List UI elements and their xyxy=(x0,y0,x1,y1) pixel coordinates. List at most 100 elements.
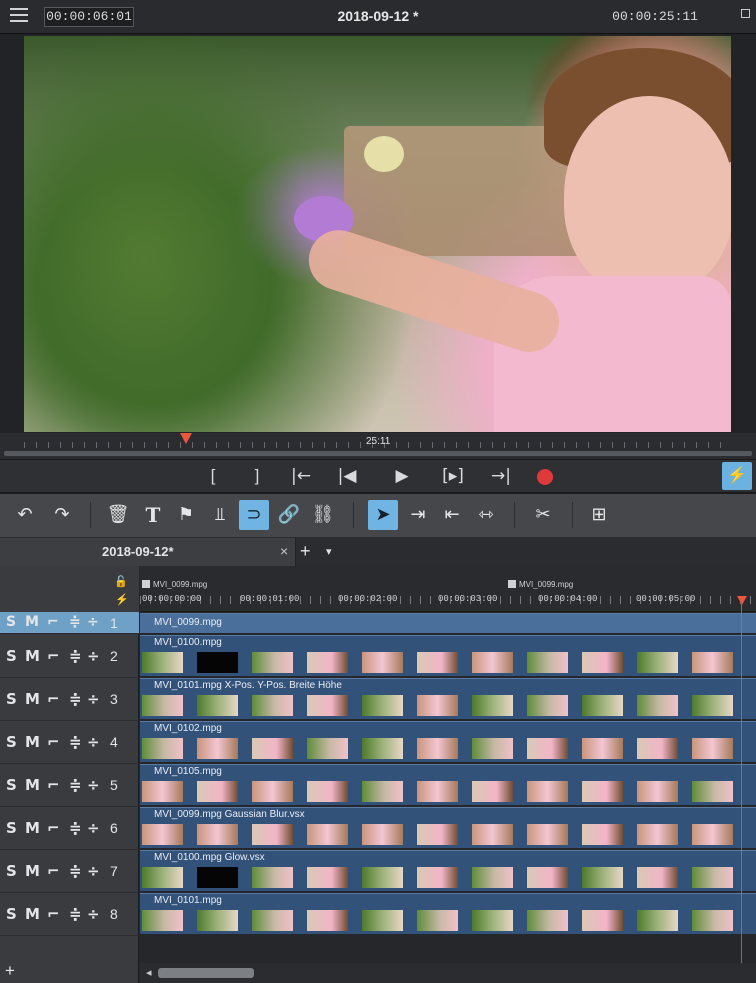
mixer-icon[interactable]: ⫫ xyxy=(205,500,235,530)
mute-button[interactable]: M xyxy=(25,905,40,923)
title-icon[interactable]: T xyxy=(138,500,168,530)
mark-out-button[interactable]: ] xyxy=(242,460,272,494)
time-ruler[interactable]: MVI_0099.mpg MVI_0099.mpg 00:00:00:00 00… xyxy=(140,566,756,612)
record-icon[interactable] xyxy=(537,469,553,485)
solo-button[interactable]: S xyxy=(6,733,17,751)
track-header[interactable]: S M ⌐ ≑ ÷ 3 xyxy=(0,678,139,721)
solo-button[interactable]: S xyxy=(6,905,17,923)
track-updown-icon[interactable]: ≑ xyxy=(69,905,82,923)
lightning-icon[interactable]: ⚡ xyxy=(722,462,752,490)
previous-frame-button[interactable]: |◀ xyxy=(332,460,362,494)
track-updown-icon[interactable]: ≑ xyxy=(69,862,82,880)
track-lock-icon[interactable]: ⌐ xyxy=(47,733,60,751)
track-header[interactable]: S M ⌐ ≑ ÷ 2 xyxy=(0,635,139,678)
track-header[interactable]: S M ⌐ ≑ ÷ 5 xyxy=(0,764,139,807)
solo-button[interactable]: S xyxy=(6,819,17,837)
track-fold-icon[interactable]: ÷ xyxy=(87,905,100,923)
clip-marker[interactable]: MVI_0099.mpg xyxy=(142,580,207,589)
range-select-icon[interactable]: ⇥ xyxy=(403,500,433,530)
track-fold-icon[interactable]: ÷ xyxy=(87,862,100,880)
link-icon[interactable]: 🔗 xyxy=(274,500,304,530)
track-updown-icon[interactable]: ≑ xyxy=(69,733,82,751)
marker-icon[interactable]: ⚑ xyxy=(171,500,201,530)
track-header[interactable]: S M ⌐ ≑ ÷ 4 xyxy=(0,721,139,764)
track-lock-icon[interactable]: ⌐ xyxy=(47,776,60,794)
mute-button[interactable]: M xyxy=(25,862,40,880)
tab-project[interactable]: 2018-09-12* × xyxy=(0,538,296,566)
insert-icon[interactable]: ⊞ xyxy=(584,500,614,530)
video-clip[interactable]: MVI_0102.mpg xyxy=(140,721,756,762)
unlink-icon[interactable]: ⛓ xyxy=(308,500,338,530)
video-clip[interactable]: MVI_0100.mpg xyxy=(140,635,756,676)
video-preview[interactable] xyxy=(24,36,731,432)
track-fold-icon[interactable]: ÷ xyxy=(87,819,100,837)
playhead-marker[interactable] xyxy=(180,433,192,444)
track-lock-icon[interactable]: ⌐ xyxy=(47,905,60,923)
solo-button[interactable]: S xyxy=(6,614,16,630)
track-updown-icon[interactable]: ≑ xyxy=(69,614,81,630)
pointer-icon[interactable]: ➤ xyxy=(368,500,398,530)
add-track-button[interactable]: + xyxy=(5,961,15,981)
track-lock-icon[interactable]: ⌐ xyxy=(47,614,59,630)
track-updown-icon[interactable]: ≑ xyxy=(69,776,82,794)
video-clip[interactable]: MVI_0100.mpg Glow.vsx xyxy=(140,850,756,891)
scissors-icon[interactable]: ✂ xyxy=(528,500,558,530)
add-tab-icon[interactable]: + xyxy=(300,541,311,562)
track-updown-icon[interactable]: ≑ xyxy=(69,647,82,665)
horizontal-scrollbar[interactable]: ◂ xyxy=(140,963,756,983)
timeline-playhead[interactable] xyxy=(737,596,747,605)
preview-scrubber[interactable]: 25:11 xyxy=(0,433,756,459)
next-marker-button[interactable]: →| xyxy=(486,460,516,494)
mute-button[interactable]: M xyxy=(25,776,40,794)
snap-icon[interactable]: ⚡ xyxy=(115,593,129,606)
trim-icon[interactable]: ⇿ xyxy=(471,500,501,530)
track-header[interactable]: S M ⌐ ≑ ÷ 7 xyxy=(0,850,139,893)
chevron-down-icon[interactable]: ▾ xyxy=(326,545,332,558)
track-lock-icon[interactable]: ⌐ xyxy=(47,647,60,665)
redo-icon[interactable]: ↷ xyxy=(47,500,77,530)
track-header[interactable]: S M ⌐ ≑ ÷ 1 xyxy=(0,612,139,634)
ripple-icon[interactable]: ⇤ xyxy=(437,500,467,530)
video-clip[interactable]: MVI_0101.mpg X-Pos. Y-Pos. Breite Höhe xyxy=(140,678,756,719)
mute-button[interactable]: M xyxy=(25,819,40,837)
close-icon[interactable]: × xyxy=(280,543,288,559)
track-fold-icon[interactable]: ÷ xyxy=(87,614,99,630)
video-clip[interactable]: MVI_0101.mpg xyxy=(140,893,756,934)
track-fold-icon[interactable]: ÷ xyxy=(87,647,100,665)
track-updown-icon[interactable]: ≑ xyxy=(69,690,82,708)
play-in-out-button[interactable]: [▸] xyxy=(438,460,468,494)
track-lock-icon[interactable]: ⌐ xyxy=(47,690,60,708)
track-lock-icon[interactable]: ⌐ xyxy=(47,819,60,837)
solo-button[interactable]: S xyxy=(6,690,17,708)
mute-button[interactable]: M xyxy=(25,690,40,708)
play-button[interactable]: ▶ xyxy=(387,460,417,494)
video-clip[interactable]: MVI_0105.mpg xyxy=(140,764,756,805)
scroll-left-icon[interactable]: ◂ xyxy=(146,966,152,979)
solo-button[interactable]: S xyxy=(6,776,17,794)
mute-button[interactable]: M xyxy=(25,733,40,751)
video-clip[interactable]: MVI_0099.mpg xyxy=(140,613,756,633)
lock-icon[interactable]: 🔓 xyxy=(114,575,128,588)
mute-button[interactable]: M xyxy=(25,647,40,665)
mute-button[interactable]: M xyxy=(25,614,39,630)
track-fold-icon[interactable]: ÷ xyxy=(87,733,100,751)
scrubber-bar[interactable] xyxy=(4,451,752,456)
clip-marker[interactable]: MVI_0099.mpg xyxy=(508,580,573,589)
video-clip[interactable]: MVI_0099.mpg Gaussian Blur.vsx xyxy=(140,807,756,848)
track-lock-icon[interactable]: ⌐ xyxy=(47,862,60,880)
solo-button[interactable]: S xyxy=(6,647,17,665)
delete-icon[interactable]: 🗑 xyxy=(103,500,133,530)
mark-in-button[interactable]: [ xyxy=(198,460,228,494)
solo-button[interactable]: S xyxy=(6,862,17,880)
track-header[interactable]: S M ⌐ ≑ ÷ 8 xyxy=(0,893,139,936)
track-fold-icon[interactable]: ÷ xyxy=(87,776,100,794)
track-updown-icon[interactable]: ≑ xyxy=(69,819,82,837)
previous-marker-button[interactable]: |← xyxy=(286,460,316,494)
track-fold-icon[interactable]: ÷ xyxy=(87,690,100,708)
scrollbar-thumb[interactable] xyxy=(158,968,254,978)
track-header[interactable]: S M ⌐ ≑ ÷ 6 xyxy=(0,807,139,850)
magnet-icon[interactable]: ⊃ xyxy=(239,500,269,530)
thumbnail xyxy=(417,910,458,931)
maximize-icon[interactable] xyxy=(741,9,750,18)
undo-icon[interactable]: ↶ xyxy=(10,500,40,530)
